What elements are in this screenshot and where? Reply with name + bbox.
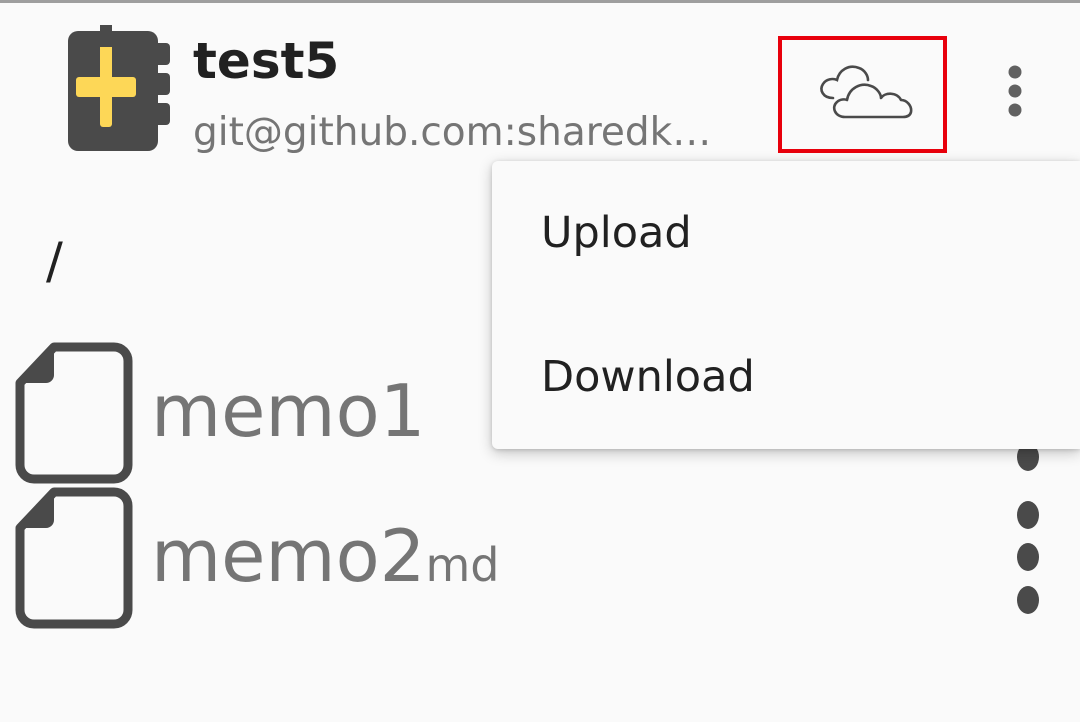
app-bar: test5 git@github.com:sharedk… — [0, 3, 1080, 163]
file-icon — [14, 341, 136, 486]
file-row-menu-button[interactable] — [998, 486, 1058, 630]
repo-title: test5 — [193, 32, 340, 90]
overflow-menu-button[interactable] — [980, 43, 1050, 143]
file-name: memo1 — [151, 369, 426, 453]
menu-item-download[interactable]: Download — [492, 305, 1080, 449]
file-name: memo2md — [151, 514, 500, 598]
screen: test5 git@github.com:sharedk… / memo1 me… — [0, 0, 1080, 722]
repo-url: git@github.com:sharedk… — [193, 110, 712, 155]
file-icon — [14, 486, 136, 631]
notebook-plus-icon — [62, 25, 178, 155]
menu-item-upload[interactable]: Upload — [492, 161, 1080, 305]
sync-popup-menu: Upload Download — [492, 161, 1080, 449]
file-row[interactable]: memo2md — [0, 486, 1080, 630]
more-vertical-icon — [1005, 65, 1025, 121]
current-path: / — [46, 232, 63, 290]
cloud-icon — [815, 60, 915, 130]
sync-button[interactable] — [790, 43, 940, 147]
